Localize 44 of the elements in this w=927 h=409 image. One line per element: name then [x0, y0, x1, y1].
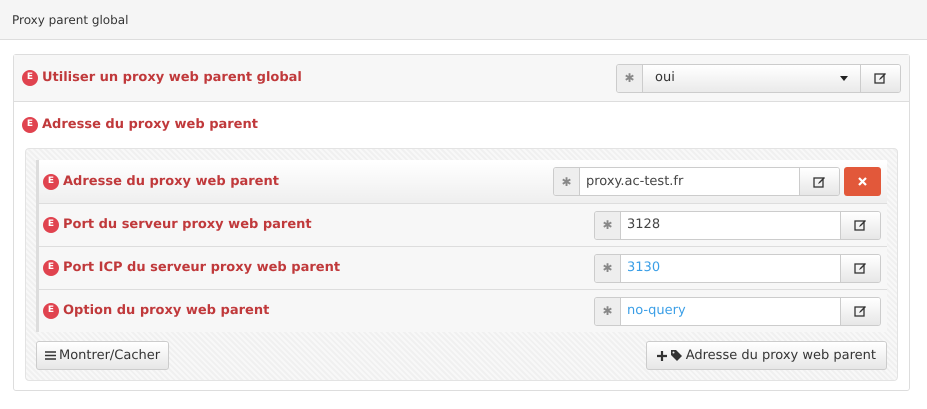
- required-mark: ✱: [617, 64, 643, 92]
- status-badge: E: [22, 117, 38, 133]
- field-label: Adresse du proxy web parent: [42, 116, 258, 134]
- status-badge: E: [43, 217, 59, 233]
- caret-icon: [840, 76, 848, 80]
- input-field[interactable]: ✱ proxy.ac-test.fr: [553, 167, 840, 196]
- add-button[interactable]: Adresse du proxy web parent: [646, 341, 887, 370]
- edit-button[interactable]: [799, 168, 839, 195]
- panel-title: Proxy parent global: [12, 12, 128, 28]
- required-mark: ✱: [595, 254, 621, 282]
- status-badge: E: [43, 174, 59, 190]
- edit-icon: [813, 176, 826, 188]
- required-mark: ✱: [595, 212, 621, 238]
- menu-icon: [45, 351, 56, 360]
- select-field[interactable]: ✱ oui: [616, 64, 901, 92]
- field-label: Adresse du proxy web parent: [63, 172, 279, 191]
- field-label: Port du serveur proxy web parent: [63, 216, 312, 234]
- plus-icon: [656, 350, 667, 360]
- edit-icon: [854, 262, 867, 274]
- edit-button[interactable]: [840, 298, 880, 324]
- remove-button[interactable]: [844, 167, 881, 196]
- status-badge: E: [22, 70, 38, 86]
- edit-icon: [854, 219, 867, 231]
- edit-icon: [854, 305, 867, 317]
- status-badge: E: [43, 303, 59, 319]
- required-mark: ✱: [554, 168, 580, 195]
- field-label: Port ICP du serveur proxy web parent: [63, 259, 340, 278]
- close-icon: [858, 177, 867, 186]
- input-value: 3128: [626, 216, 662, 234]
- tag-icon: [670, 350, 682, 361]
- input-field[interactable]: ✱ 3128: [594, 210, 881, 240]
- edit-button[interactable]: [840, 212, 880, 238]
- toggle-button[interactable]: Montrer/Cacher: [36, 341, 170, 370]
- required-mark: ✱: [595, 298, 621, 324]
- edit-button[interactable]: [860, 64, 900, 92]
- input-value: proxy.ac-test.fr: [585, 172, 684, 191]
- field-label: Utiliser un proxy web parent global: [42, 69, 302, 88]
- input-value: no-query: [626, 302, 687, 320]
- select-value: oui: [655, 69, 675, 88]
- input-value: 3130: [626, 259, 662, 278]
- field-label: Option du proxy web parent: [63, 302, 270, 320]
- status-badge: E: [43, 260, 59, 276]
- edit-icon: [874, 72, 887, 84]
- edit-button[interactable]: [840, 254, 880, 282]
